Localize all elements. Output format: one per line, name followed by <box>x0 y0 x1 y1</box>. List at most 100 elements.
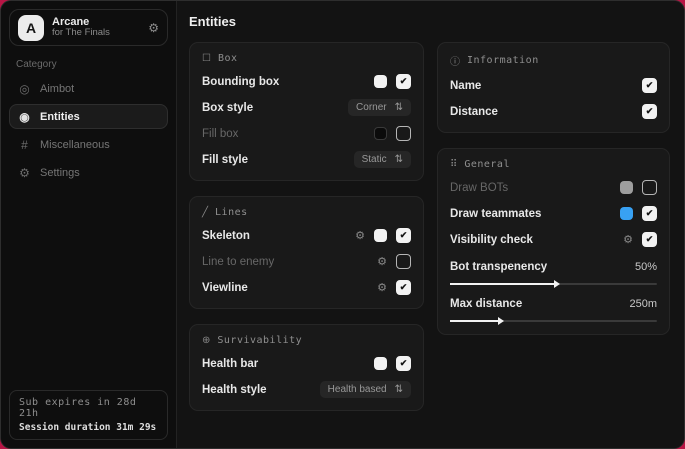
card-header: ⠿ General <box>450 159 657 170</box>
setting-label: Distance <box>450 106 498 118</box>
slider-label-row: Max distance 250m <box>450 295 657 312</box>
card-title: Lines <box>215 207 248 218</box>
box-icon: ☐ <box>202 53 211 64</box>
info-icon: ⓘ <box>450 53 460 68</box>
setting-label: Fill style <box>202 154 248 166</box>
fill-style-select[interactable]: Static ⇅ <box>354 151 411 168</box>
setting-row: Name ✔ <box>450 77 657 94</box>
setting-label: Health style <box>202 384 267 396</box>
viewline-checkbox[interactable]: ✔ <box>396 280 411 295</box>
setting-row: Viewline ⚙ ✔ <box>202 279 411 296</box>
setting-row: Fill style Static ⇅ <box>202 151 411 168</box>
color-swatch[interactable] <box>374 127 387 140</box>
color-swatch[interactable] <box>374 357 387 370</box>
setting-label: Viewline <box>202 282 248 294</box>
slider-label: Max distance <box>450 298 522 310</box>
color-swatch[interactable] <box>620 181 633 194</box>
setting-label: Skeleton <box>202 230 250 242</box>
line-icon: ╱ <box>202 207 208 218</box>
card-title: Information <box>467 55 539 66</box>
gear-icon[interactable]: ⚙ <box>623 233 633 246</box>
brand-card: A Arcane for The Finals ⚙ <box>9 9 168 46</box>
bounding-box-checkbox[interactable]: ✔ <box>396 74 411 89</box>
entities-icon: ◉ <box>18 110 31 124</box>
health-bar-checkbox[interactable]: ✔ <box>396 356 411 371</box>
card-header: ⓘ Information <box>450 53 657 68</box>
check-icon: ✔ <box>646 235 654 244</box>
setting-label: Health bar <box>202 358 258 370</box>
sidebar-item-label: Settings <box>40 167 80 179</box>
draw-bots-checkbox[interactable]: ✔ <box>642 180 657 195</box>
survivability-card: ⊕ Survivability Health bar ✔ Health styl… <box>189 324 424 411</box>
setting-label: Name <box>450 80 481 92</box>
visibility-check-checkbox[interactable]: ✔ <box>642 232 657 247</box>
card-header: ☐ Box <box>202 53 411 64</box>
brand-logo: A <box>18 15 44 41</box>
distance-checkbox[interactable]: ✔ <box>642 104 657 119</box>
setting-row: Skeleton ⚙ ✔ <box>202 227 411 244</box>
sidebar-item-entities[interactable]: ◉ Entities <box>9 104 168 129</box>
slider-fill <box>450 283 554 285</box>
fill-box-checkbox[interactable]: ✔ <box>396 126 411 141</box>
grid-dots-icon: ⠿ <box>450 159 457 170</box>
line-to-enemy-checkbox[interactable]: ✔ <box>396 254 411 269</box>
color-swatch[interactable] <box>374 229 387 242</box>
health-style-select[interactable]: Health based ⇅ <box>320 381 411 398</box>
lines-card: ╱ Lines Skeleton ⚙ ✔ Line to enemy <box>189 196 424 309</box>
page-title: Entities <box>189 14 670 29</box>
information-card: ⓘ Information Name ✔ Distance ✔ <box>437 42 670 133</box>
sidebar-item-settings[interactable]: ⚙ Settings <box>9 160 168 185</box>
card-title: Survivability <box>217 335 302 346</box>
check-icon: ✔ <box>400 283 408 292</box>
gear-icon[interactable]: ⚙ <box>355 229 365 242</box>
slider-label: Bot transpenency <box>450 261 547 273</box>
setting-label: Visibility check <box>450 234 533 246</box>
bot-transparency-slider-group: Bot transpenency 50% <box>450 258 657 285</box>
color-swatch[interactable] <box>620 207 633 220</box>
card-title: General <box>464 159 510 170</box>
general-card: ⠿ General Draw BOTs ✔ Draw teammates <box>437 148 670 335</box>
card-header: ╱ Lines <box>202 207 411 218</box>
slider-value: 50% <box>635 261 657 273</box>
draw-teammates-checkbox[interactable]: ✔ <box>642 206 657 221</box>
health-icon: ⊕ <box>202 335 210 346</box>
setting-row: Draw BOTs ✔ <box>450 179 657 196</box>
sidebar: A Arcane for The Finals ⚙ Category ◎ Aim… <box>1 1 177 448</box>
select-value: Health based <box>328 384 387 395</box>
setting-row: Health bar ✔ <box>202 355 411 372</box>
gear-icon[interactable]: ⚙ <box>377 281 387 294</box>
main-content: Entities ☐ Box Bounding box ✔ <box>177 1 684 448</box>
setting-label: Draw teammates <box>450 208 541 220</box>
box-card: ☐ Box Bounding box ✔ Box style <box>189 42 424 181</box>
setting-row: Fill box ✔ <box>202 125 411 142</box>
brand-gear-icon[interactable]: ⚙ <box>148 21 159 35</box>
sidebar-item-aimbot[interactable]: ◎ Aimbot <box>9 76 168 101</box>
gear-icon[interactable]: ⚙ <box>377 255 387 268</box>
max-distance-slider[interactable] <box>450 320 657 322</box>
color-swatch[interactable] <box>374 75 387 88</box>
card-title: Box <box>218 53 238 64</box>
category-label: Category <box>16 59 176 70</box>
sidebar-item-miscellaneous[interactable]: # Miscellaneous <box>9 132 168 157</box>
check-icon: ✔ <box>646 81 654 90</box>
setting-label: Draw BOTs <box>450 182 508 194</box>
setting-label: Bounding box <box>202 76 279 88</box>
setting-row: Box style Corner ⇅ <box>202 99 411 116</box>
setting-row: Visibility check ⚙ ✔ <box>450 231 657 248</box>
check-icon: ✔ <box>646 209 654 218</box>
box-style-select[interactable]: Corner ⇅ <box>348 99 411 116</box>
updown-arrows-icon: ⇅ <box>395 384 403 395</box>
sidebar-item-label: Miscellaneous <box>40 139 110 151</box>
select-value: Static <box>362 154 387 165</box>
max-distance-slider-group: Max distance 250m <box>450 295 657 322</box>
setting-label: Box style <box>202 102 253 114</box>
name-checkbox[interactable]: ✔ <box>642 78 657 93</box>
app-window: A Arcane for The Finals ⚙ Category ◎ Aim… <box>0 0 685 449</box>
setting-row: Bounding box ✔ <box>202 73 411 90</box>
bot-transparency-slider[interactable] <box>450 283 657 285</box>
crosshair-icon: ◎ <box>18 82 31 96</box>
setting-row: Health style Health based ⇅ <box>202 381 411 398</box>
skeleton-checkbox[interactable]: ✔ <box>396 228 411 243</box>
setting-label: Fill box <box>202 128 238 140</box>
check-icon: ✔ <box>400 231 408 240</box>
